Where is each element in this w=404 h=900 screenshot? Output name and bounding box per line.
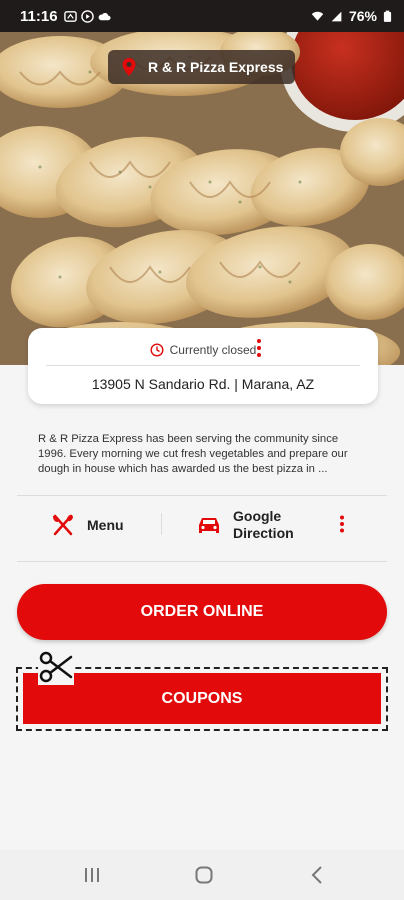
menu-button[interactable]: Menu: [51, 513, 124, 537]
status-notification-icons: [63, 9, 111, 23]
action-separator: [161, 513, 162, 535]
coupons-button[interactable]: COUPONS: [23, 673, 381, 724]
google-direction-button[interactable]: Google Direction: [197, 508, 305, 542]
menu-label: Menu: [87, 517, 124, 533]
media-icon: [63, 10, 77, 22]
cloud-icon: [98, 12, 111, 20]
system-nav-bar: [0, 850, 404, 900]
restaurant-name-badge: R & R Pizza Express: [108, 50, 296, 84]
status-right: 76%: [311, 8, 392, 24]
divider-top: [17, 495, 387, 496]
more-vertical-icon[interactable]: [256, 338, 262, 358]
car-icon: [199, 518, 219, 533]
action-row: Menu Google Direction: [17, 497, 387, 559]
open-status[interactable]: Currently closed: [28, 340, 378, 360]
restaurant-name: R & R Pizza Express: [148, 59, 284, 75]
battery-icon: [383, 10, 392, 22]
order-online-button[interactable]: ORDER ONLINE: [17, 584, 387, 640]
more-vertical-icon[interactable]: [339, 515, 345, 533]
status-bar: 11:16 76%: [0, 0, 404, 32]
home-icon[interactable]: [195, 866, 213, 884]
info-divider: [46, 365, 360, 366]
battery-percent: 76%: [348, 8, 377, 24]
play-icon: [80, 9, 94, 23]
signal-icon: [331, 11, 342, 21]
recent-apps-icon[interactable]: [83, 867, 101, 883]
restaurant-address[interactable]: 13905 N Sandario Rd. | Marana, AZ: [28, 376, 378, 392]
back-icon[interactable]: [311, 866, 323, 884]
restaurant-description[interactable]: R & R Pizza Express has been serving the…: [38, 432, 368, 477]
clock-icon: [150, 343, 164, 357]
info-card: Currently closed 13905 N Sandario Rd. | …: [28, 328, 378, 404]
divider-bottom: [17, 561, 387, 562]
wifi-icon: [311, 11, 324, 21]
scissors-icon: [38, 649, 74, 685]
google-direction-label: Google Direction: [233, 508, 294, 541]
location-pin-icon: [122, 58, 136, 76]
status-time: 11:16: [20, 7, 58, 25]
fork-knife-icon: [53, 514, 73, 536]
status-text: Currently closed: [169, 343, 257, 357]
